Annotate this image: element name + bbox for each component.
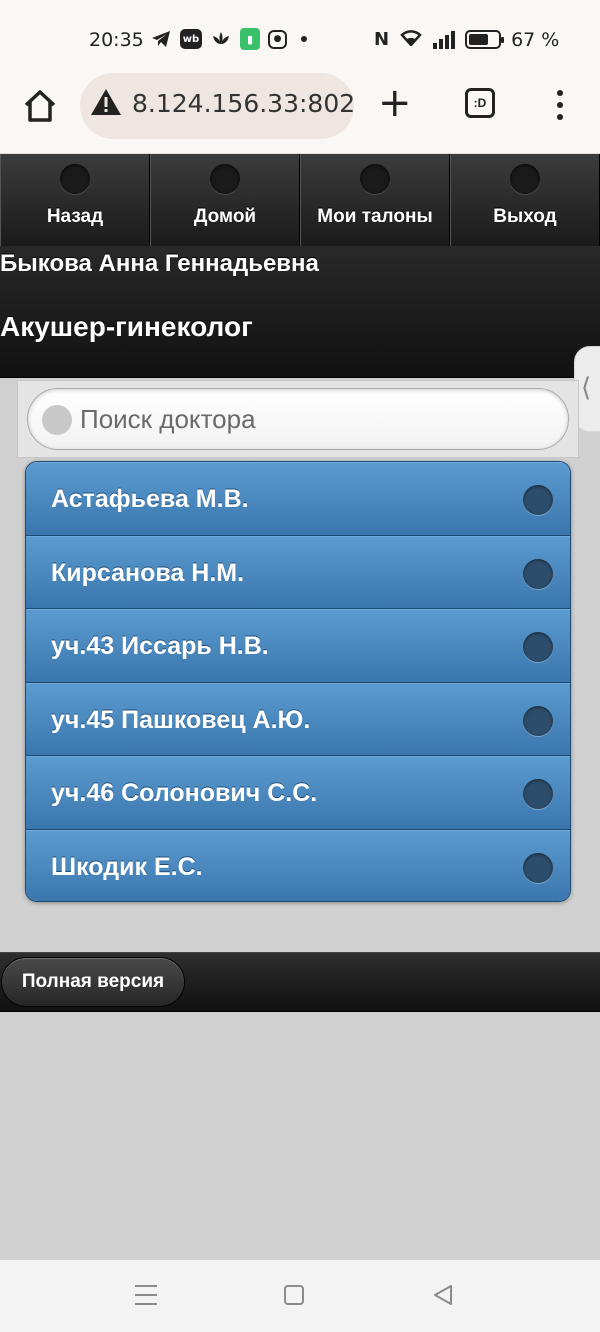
doctor-name-label: уч.45 Пашковец А.Ю. <box>51 705 311 734</box>
nav-exit-icon <box>510 164 540 194</box>
warning-icon[interactable] <box>90 87 122 117</box>
nav-home-button[interactable]: Домой <box>150 154 300 246</box>
battery-app-icon: ▮ <box>240 28 260 50</box>
nav-my-tickets-button[interactable]: Мои талоны <box>300 154 450 246</box>
list-item[interactable]: уч.45 Пашковец А.Ю. <box>26 682 570 756</box>
more-notifications-dot <box>301 36 307 42</box>
arrow-right-icon <box>523 852 553 883</box>
patient-name: Быкова Анна Геннадьевна <box>0 250 319 277</box>
back-triangle-icon[interactable] <box>432 1284 454 1311</box>
address-bar[interactable]: 8.124.156.33:8028 <box>80 73 354 139</box>
doctor-name-label: Астафьева М.В. <box>51 485 249 513</box>
telegram-icon <box>150 28 172 50</box>
nav-my-tickets-label: Мои талоны <box>317 206 433 227</box>
search-bar <box>17 380 579 458</box>
nav-my-tickets-icon <box>360 164 390 194</box>
lotus-icon <box>210 28 232 50</box>
nav-back-label: Назад <box>46 206 104 227</box>
plus-icon[interactable]: + <box>378 83 412 123</box>
arrow-right-icon <box>523 779 553 809</box>
status-bar: 20:35 wb ▮ ● N 67 % <box>0 0 600 78</box>
search-icon <box>42 405 72 435</box>
battery-percent: 67 % <box>511 28 560 51</box>
footer: Полная версия <box>0 952 600 1012</box>
nav-exit-button[interactable]: Выход <box>450 154 600 246</box>
navbar: Назад Домой Мои талоны Выход <box>0 154 600 246</box>
signal-icon <box>433 30 456 49</box>
home-icon[interactable] <box>22 88 58 124</box>
list-item[interactable]: Шкодик Е.С. <box>26 829 570 901</box>
specialty-title: Акушер-гинеколог <box>0 311 253 342</box>
browser-toolbar: 8.124.156.33:8028 + :D <box>0 73 600 154</box>
tabs-icon[interactable]: :D <box>465 88 495 118</box>
nav-back-button[interactable]: Назад <box>0 154 150 246</box>
nav-home-icon <box>210 164 240 194</box>
list-item[interactable]: Кирсанова Н.М. <box>26 535 570 609</box>
nav-back-icon <box>60 164 90 194</box>
battery-icon <box>465 30 505 49</box>
doctor-name-label: уч.43 Иссарь Н.В. <box>51 632 269 660</box>
doctor-name-label: Шкодик Е.С. <box>51 852 203 881</box>
recent-apps-icon[interactable] <box>135 1285 157 1305</box>
arrow-right-icon <box>523 485 553 515</box>
url-text[interactable]: 8.124.156.33:8028 <box>132 89 354 118</box>
system-icons: N 67 % <box>374 28 559 51</box>
nfc-icon: N <box>374 29 390 50</box>
notification-icons: wb ▮ ● <box>150 28 307 50</box>
app-header: Назад Домой Мои талоны Выход Быкова Анна… <box>0 154 600 378</box>
home-square-icon[interactable] <box>284 1285 304 1305</box>
list-item[interactable]: уч.46 Солонович С.С. <box>26 756 570 830</box>
doctor-name-label: уч.46 Солонович С.С. <box>51 779 318 807</box>
status-time: 20:35 <box>89 29 144 51</box>
android-nav-bar <box>0 1260 600 1332</box>
doctor-name-label: Кирсанова Н.М. <box>51 558 245 587</box>
wifi-icon <box>399 28 423 51</box>
list-item[interactable]: Астафьева М.В. <box>26 462 570 536</box>
doctor-list: Астафьева М.В. Кирсанова Н.М. уч.43 Исса… <box>25 461 571 902</box>
instagram-icon: ● <box>268 29 287 49</box>
list-item[interactable]: уч.43 Иссарь Н.В. <box>26 609 570 683</box>
nav-home-label: Домой <box>193 206 257 227</box>
wildberries-icon: wb <box>180 29 202 49</box>
arrow-right-icon <box>523 632 553 662</box>
search-box[interactable] <box>27 388 569 450</box>
nav-exit-label: Выход <box>493 206 557 227</box>
arrow-right-icon <box>523 705 553 736</box>
full-version-button[interactable]: Полная версия <box>1 957 185 1007</box>
arrow-right-icon <box>523 558 553 589</box>
search-input[interactable] <box>78 399 548 439</box>
chevron-left-icon: ⟨ <box>581 373 592 403</box>
menu-icon[interactable] <box>555 90 565 120</box>
